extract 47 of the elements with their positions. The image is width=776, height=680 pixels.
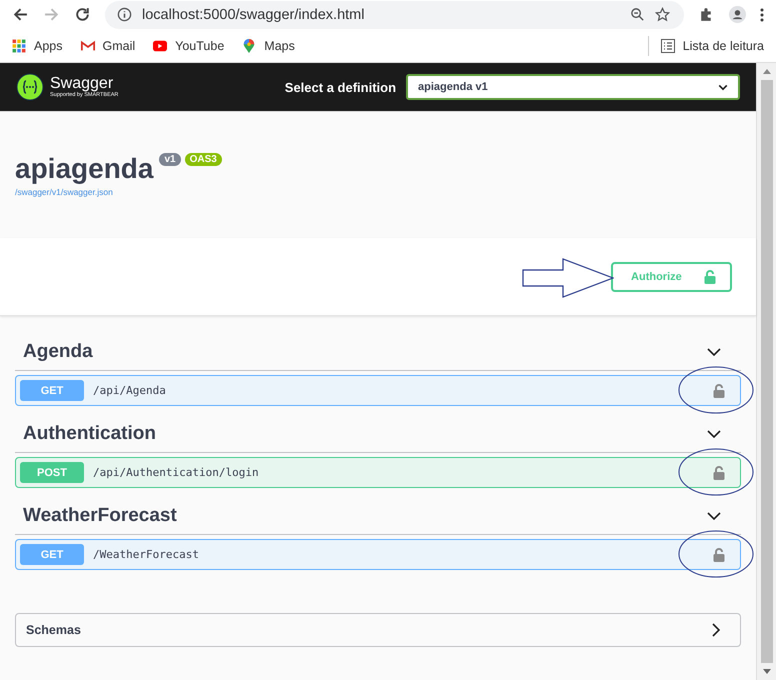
scroll-up-icon[interactable] [762, 69, 771, 74]
chevron-down-icon [718, 84, 728, 90]
definition-select[interactable]: apiagenda v1 [406, 74, 740, 100]
list-icon [660, 38, 675, 52]
method-badge: GET [20, 544, 84, 565]
unlocked-icon [704, 270, 716, 284]
swagger-logo-icon [16, 73, 44, 101]
select-label: Select a definition [284, 80, 396, 94]
operation-path: /api/Agenda [93, 384, 166, 397]
play-icon [153, 38, 168, 52]
tag-header[interactable]: WeatherForecast [15, 498, 742, 535]
back-icon[interactable] [12, 6, 29, 23]
tag-header[interactable]: Authentication [15, 416, 742, 453]
mail-icon [80, 38, 94, 52]
logo-text: Swagger [50, 75, 114, 92]
bookmark-link[interactable]: Maps [242, 38, 295, 52]
zoom-out-icon[interactable] [630, 7, 645, 22]
reading-list-link[interactable]: Lista de leitura [660, 38, 764, 52]
operation-path: /WeatherForecast [93, 548, 199, 561]
method-badge: GET [20, 380, 84, 401]
unlocked-icon[interactable] [713, 548, 726, 562]
scroll-down-icon[interactable] [762, 669, 771, 674]
url-text: localhost:5000/swagger/index.html [142, 6, 364, 22]
menu-icon[interactable] [760, 6, 764, 22]
profile-icon[interactable] [729, 6, 746, 23]
star-icon[interactable] [655, 7, 670, 22]
unlocked-icon[interactable] [713, 466, 726, 480]
bookmark-link[interactable]: Gmail [80, 38, 136, 52]
info-icon[interactable] [117, 7, 132, 22]
address-bar[interactable]: localhost:5000/swagger/index.html [105, 0, 684, 28]
operation-path: /api/Authentication/login [93, 466, 259, 479]
reload-icon[interactable] [74, 6, 91, 23]
tag-header[interactable]: Agenda [15, 334, 742, 371]
api-title: apiagenda [15, 153, 154, 185]
operation-row[interactable]: POST /api/Authentication/login [15, 457, 742, 488]
apps-grid-icon [12, 38, 26, 52]
operation-row[interactable]: GET /api/Agenda [15, 375, 742, 406]
version-badge: v1 [159, 153, 181, 166]
operation-row[interactable]: GET /WeatherForecast [15, 539, 742, 570]
bookmark-link[interactable]: Apps [12, 38, 62, 52]
version-badge: OAS3 [184, 153, 222, 166]
scrollbar[interactable] [756, 63, 776, 680]
method-badge: POST [20, 462, 84, 483]
unlocked-icon[interactable] [713, 384, 726, 398]
map-pin-icon [242, 38, 256, 52]
bookmark-link[interactable]: YouTube [153, 38, 224, 52]
schemas-section[interactable]: Schemas [15, 613, 742, 647]
